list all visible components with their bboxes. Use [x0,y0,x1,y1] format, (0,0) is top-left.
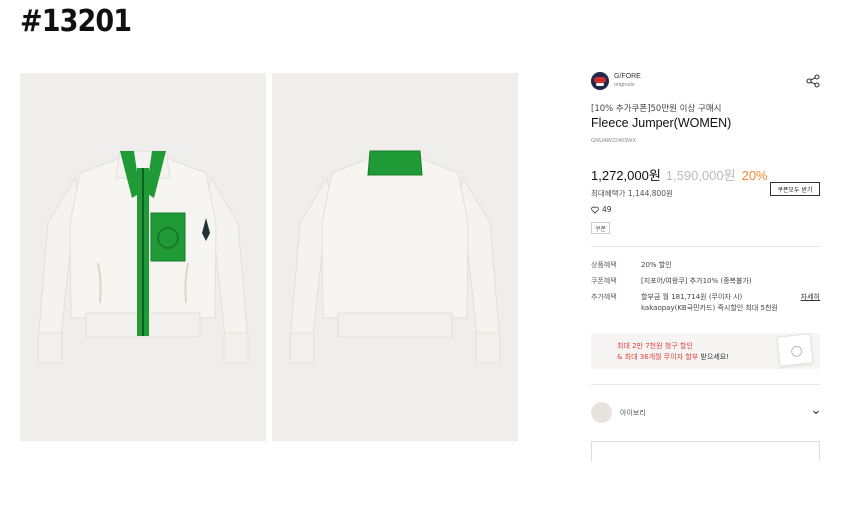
product-title: Fleece Jumper(WOMEN) [591,116,732,130]
size-select-box[interactable] [591,441,820,461]
like-count: 49 [602,205,612,214]
promo-text: [10% 추가쿠폰]50만원 이상 구매시 [591,104,722,114]
brand-row: G/FORE originals [591,70,820,92]
info-value: 20% 할인 [641,261,672,269]
price-row: 1,272,000원 1,590,000원 20% [591,165,768,185]
product-info-panel: G/FORE originals [10% 추가쿠폰]50만원 이상 구매시 F… [591,70,820,461]
product-image-back[interactable] [272,73,518,441]
product-image-front[interactable] [20,73,266,441]
like-button[interactable]: 49 [591,205,612,214]
card-promo-banner[interactable]: 최대 2만 7천원 청구 할인 & 최대 36개월 무이자 할부 받으세요! [591,333,820,369]
brand-logo[interactable] [591,72,609,90]
original-price: 1,590,000원 [665,168,736,183]
card-illustration [776,333,814,367]
heart-icon [591,206,599,214]
color-option-label: 아이보리 [620,409,646,417]
info-label: 추가혜택 [591,293,617,301]
coupon-tag: 쿠폰 [591,222,611,234]
banner-line-2: & 최대 36개월 무이자 할부 받으세요! [617,352,729,362]
watermark-id: #13201 [20,4,132,39]
chevron-down-icon [813,410,819,415]
divider [591,384,820,385]
info-value-secondary: kakaopay(KB국민카드) 즉시할인 최대 5천원 [641,304,778,312]
info-label: 상품혜택 [591,261,617,269]
banner-line-1: 최대 2만 7천원 청구 할인 [617,342,693,350]
jacket-back-illustration [289,150,501,364]
jacket-front-illustration [37,150,249,364]
info-label: 쿠폰혜택 [591,277,617,285]
share-icon[interactable] [806,74,820,88]
info-value: 할부금 월 181,714원 (무이자 시) [641,293,743,301]
info-value: [지포어/여왕쿠] 추가10% (중복불가) [641,277,752,285]
max-benefit-price: 최대혜택가 1,144,800원 [591,189,673,198]
color-option-selector[interactable]: 아이보리 [591,402,820,424]
sale-price: 1,272,000원 [591,168,661,183]
details-link[interactable]: 자세히 [801,292,820,302]
banner-plain: 받으세요! [698,353,730,361]
download-all-coupons-button[interactable]: 쿠폰모두 받기 [770,182,820,196]
color-swatch [591,402,612,423]
discount-percent: 20% [741,168,768,183]
banner-highlight: & 최대 36개월 무이자 할부 [617,353,699,361]
divider [591,246,820,247]
brand-sub: originals [614,82,635,88]
product-code: GNUAW22403WX [591,138,637,144]
brand-name[interactable]: G/FORE [614,73,641,80]
